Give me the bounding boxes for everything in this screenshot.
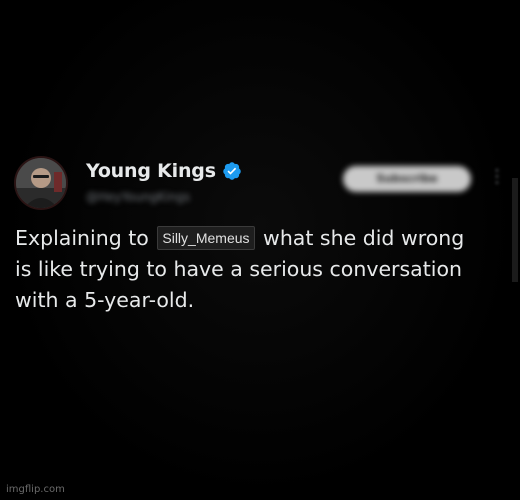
subscribe-button[interactable]: Subscribe (343, 166, 471, 192)
more-dots-icon[interactable]: ⋮ (488, 168, 506, 186)
tweet-text-before: Explaining to (15, 226, 149, 250)
watermark: imgflip.com (6, 484, 65, 495)
avatar[interactable] (16, 158, 66, 208)
edge-divider (512, 178, 518, 282)
name-tag-sticker: Silly_Memeus (157, 226, 255, 250)
author-name-row: Young Kings (86, 156, 242, 186)
tweet-text: Explaining to Silly_Memeus what she did … (15, 223, 485, 316)
author-handle[interactable]: @HeyYoungKings (86, 190, 190, 204)
author-display-name[interactable]: Young Kings (86, 160, 216, 182)
avatar-photo-icon (16, 158, 66, 208)
post-screenshot: Young Kings @HeyYoungKings Subscribe ⋮ E… (0, 0, 520, 500)
verified-badge-icon (223, 162, 241, 180)
